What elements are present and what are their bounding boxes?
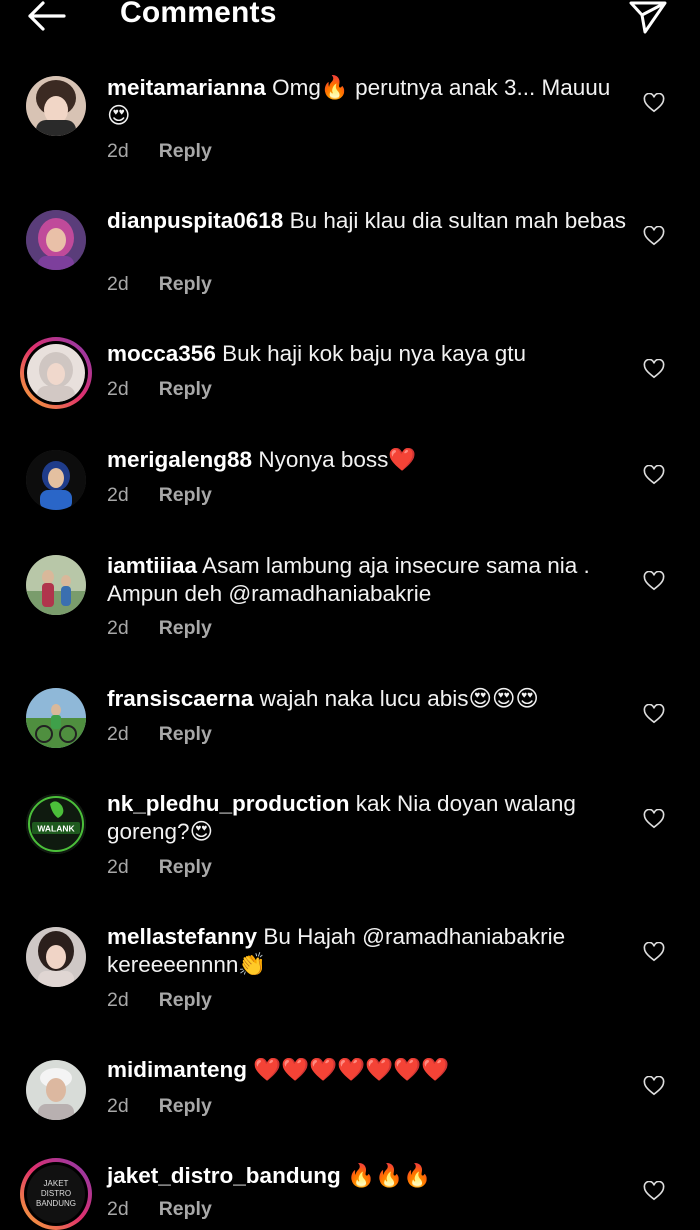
comments-header: Comments xyxy=(0,0,700,40)
comment-username[interactable]: nk_pledhu_production xyxy=(107,791,350,816)
comment-username[interactable]: mocca356 xyxy=(107,341,216,366)
comment-time: 2d xyxy=(107,378,129,400)
comment-text: dianpuspita0618 Bu haji klau dia sultan … xyxy=(107,207,627,235)
avatar[interactable] xyxy=(26,1060,86,1120)
comment-meta: 2d Reply xyxy=(107,723,212,746)
comment-body: Nyonya boss❤️ xyxy=(258,447,417,472)
avatar[interactable] xyxy=(26,76,86,136)
comment-meta: 2d Reply xyxy=(107,140,212,163)
heart-outline-icon[interactable] xyxy=(643,93,665,113)
comment-text: nk_pledhu_production kak Nia doyan walan… xyxy=(107,790,627,846)
comment-text: fransiscaerna wajah naka lucu abis😍😍😍 xyxy=(107,685,627,713)
reply-button[interactable]: Reply xyxy=(159,140,212,162)
comment-meta: 2d Reply xyxy=(107,1198,212,1221)
comment-text: jaket_distro_bandung 🔥🔥🔥 xyxy=(107,1162,627,1190)
reply-button[interactable]: Reply xyxy=(159,273,212,295)
heart-outline-icon[interactable] xyxy=(643,1076,665,1096)
distro-logo-line-1: JAKET xyxy=(44,1179,69,1188)
comment-username[interactable]: merigaleng88 xyxy=(107,447,252,472)
comment-time: 2d xyxy=(107,617,129,639)
avatar[interactable] xyxy=(26,688,86,748)
comment-time: 2d xyxy=(107,856,129,878)
avatar[interactable] xyxy=(20,337,92,409)
comment-username[interactable]: fransiscaerna xyxy=(107,686,253,711)
comment-body: Buk haji kok baju nya kaya gtu xyxy=(222,341,527,366)
paper-plane-icon xyxy=(629,1,667,34)
avatar[interactable] xyxy=(26,450,86,510)
comment-text: midimanteng ❤️❤️❤️❤️❤️❤️❤️ xyxy=(107,1056,627,1084)
reply-button[interactable]: Reply xyxy=(159,1198,212,1220)
comment-time: 2d xyxy=(107,484,129,506)
comment-body: Bu haji klau dia sultan mah bebas xyxy=(289,208,627,233)
heart-outline-icon[interactable] xyxy=(643,359,665,379)
heart-outline-icon[interactable] xyxy=(643,704,665,724)
comment-meta: 2d Reply xyxy=(107,1095,212,1118)
page-title: Comments xyxy=(120,0,277,29)
comment-meta: 2d Reply xyxy=(107,378,212,401)
comment-time: 2d xyxy=(107,989,129,1011)
arrow-left-icon xyxy=(28,1,66,31)
distro-logo-line-2: DISTRO xyxy=(41,1189,71,1198)
avatar[interactable] xyxy=(26,927,86,987)
reply-button[interactable]: Reply xyxy=(159,723,212,745)
comment-time: 2d xyxy=(107,273,129,295)
comment-time: 2d xyxy=(107,140,129,162)
reply-button[interactable]: Reply xyxy=(159,484,212,506)
walank-logo-text: WALANK xyxy=(37,824,75,834)
avatar[interactable]: WALANK xyxy=(26,794,86,854)
comment-username[interactable]: meitamarianna xyxy=(107,75,266,100)
comment-body: wajah naka lucu abis😍😍😍 xyxy=(259,686,539,711)
comment-username[interactable]: dianpuspita0618 xyxy=(107,208,283,233)
heart-outline-icon[interactable] xyxy=(643,226,665,246)
comment-time: 2d xyxy=(107,1095,129,1117)
comment-text: iamtiiiaa Asam lambung aja insecure sama… xyxy=(107,552,627,608)
comment-meta: 2d Reply xyxy=(107,856,212,879)
back-button[interactable] xyxy=(26,0,68,32)
reply-button[interactable]: Reply xyxy=(159,617,212,639)
reply-button[interactable]: Reply xyxy=(159,1095,212,1117)
reply-button[interactable]: Reply xyxy=(159,856,212,878)
heart-outline-icon[interactable] xyxy=(643,571,665,591)
heart-outline-icon[interactable] xyxy=(643,942,665,962)
comment-text: mocca356 Buk haji kok baju nya kaya gtu xyxy=(107,340,627,368)
reply-button[interactable]: Reply xyxy=(159,378,212,400)
comment-time: 2d xyxy=(107,723,129,745)
share-button[interactable] xyxy=(628,0,668,34)
comment-username[interactable]: mellastefanny xyxy=(107,924,257,949)
comment-meta: 2d Reply xyxy=(107,484,212,507)
avatar[interactable] xyxy=(26,210,86,270)
comment-meta: 2d Reply xyxy=(107,617,212,640)
reply-button[interactable]: Reply xyxy=(159,989,212,1011)
heart-outline-icon[interactable] xyxy=(643,1181,665,1201)
heart-outline-icon[interactable] xyxy=(643,465,665,485)
comment-username[interactable]: jaket_distro_bandung xyxy=(107,1163,341,1188)
comment-text: mellastefanny Bu Hajah @ramadhaniabakrie… xyxy=(107,923,627,979)
distro-logo-line-3: BANDUNG xyxy=(36,1199,76,1208)
avatar[interactable] xyxy=(26,555,86,615)
comment-time: 2d xyxy=(107,1198,129,1220)
comment-text: meitamarianna Omg🔥 perutnya anak 3... Ma… xyxy=(107,74,627,130)
avatar[interactable]: JAKET DISTRO BANDUNG xyxy=(20,1158,92,1230)
comment-username[interactable]: midimanteng xyxy=(107,1057,247,1082)
comment-meta: 2d Reply xyxy=(107,273,212,296)
comment-body: 🔥🔥🔥 xyxy=(347,1163,432,1188)
heart-outline-icon[interactable] xyxy=(643,809,665,829)
comment-text: merigaleng88 Nyonya boss❤️ xyxy=(107,446,627,474)
comment-username[interactable]: iamtiiiaa xyxy=(107,553,197,578)
comment-body: ❤️❤️❤️❤️❤️❤️❤️ xyxy=(253,1057,450,1082)
comment-meta: 2d Reply xyxy=(107,989,212,1012)
